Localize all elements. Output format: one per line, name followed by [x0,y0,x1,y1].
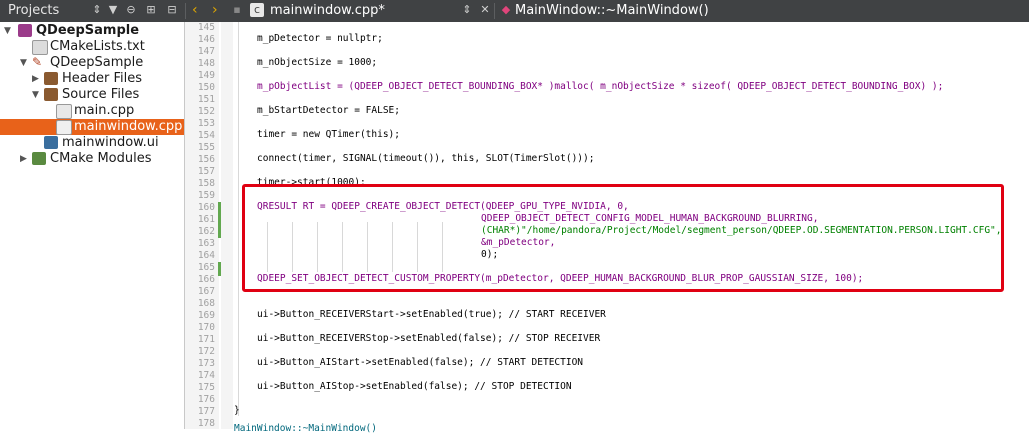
code-line: } [234,405,240,416]
cmake-file-icon [32,40,48,55]
link-icon[interactable]: ⊖ [124,3,138,17]
dropdown-icon[interactable]: ⇕ [460,3,474,17]
code-line: connect(timer, SIGNAL(timeout()), this, … [257,153,595,164]
tree-item-header-files[interactable]: ▶ Header Files [0,71,180,87]
change-marker [218,202,221,238]
divider [494,3,495,19]
cpp-file-icon [56,104,72,119]
hammer-icon: ✎ [32,55,43,69]
code-line: m_pDetector = nullptr; [257,33,383,44]
lock-icon: ▪ [233,3,241,16]
close-sidebar-icon[interactable]: ⊟ [165,3,179,17]
indent-guide [238,22,239,416]
project-tree: ▼ QDeepSample CMakeLists.txt ▼ ✎ QDeepSa… [0,22,185,429]
ui-file-icon [44,136,58,149]
cpp-file-icon [56,120,72,135]
close-file-icon[interactable]: ✕ [478,3,492,17]
expand-arrow-icon[interactable]: ▼ [4,26,11,36]
code-line: m_bStartDetector = FALSE; [257,105,400,116]
divider [185,3,186,19]
filter-icon[interactable]: ▼ [106,3,120,17]
fold-gutter[interactable] [221,22,233,429]
symbol-selector[interactable]: MainWindow::~MainWindow() [515,3,709,18]
tree-item-mainwindow-ui[interactable]: mainwindow.ui [0,135,180,151]
forward-arrow-icon[interactable]: › [212,2,218,18]
code-line: ui->Button_RECEIVERStart->setEnabled(tru… [257,309,606,320]
line-number-gutter: 145 146 147 148 149 150 151 152 153 154 … [185,22,219,429]
expand-arrow-icon[interactable]: ▼ [32,90,39,100]
expand-arrow-icon[interactable]: ▼ [20,58,27,68]
code-line: m_pObjectList = (QDEEP_OBJECT_DETECT_BOU… [257,81,944,92]
file-icon: c [250,3,264,17]
tree-item-cmake-modules[interactable]: ▶ CMake Modules [0,151,180,167]
code-line: ui->Button_AIStart->setEnabled(false); /… [257,357,584,368]
folder-icon [32,152,46,165]
change-marker [218,262,221,276]
split-icon[interactable]: ⊞ [144,3,158,17]
tree-item-cmakelists[interactable]: CMakeLists.txt [0,39,180,55]
folder-icon [44,88,58,101]
project-icon [18,24,32,37]
collapse-arrow-icon[interactable]: ▶ [20,154,27,164]
collapse-arrow-icon[interactable]: ▶ [32,74,39,84]
highlight-box [242,184,1004,292]
sort-icon[interactable]: ⇕ [90,3,104,17]
tree-item-mainwindow-cpp[interactable]: mainwindow.cpp [0,119,184,135]
code-line: ui->Button_AIStop->setEnabled(false); //… [257,381,572,392]
projects-title: Projects [8,3,60,18]
tree-item-source-files[interactable]: ▼ Source Files [0,87,180,103]
file-tab-name[interactable]: mainwindow.cpp* [270,3,385,18]
code-line: m_nObjectSize = 1000; [257,57,378,68]
symbol-icon: ◆ [501,3,511,16]
top-toolbar: Projects ⇕ ▼ ⊖ ⊞ ⊟ ‹ › ▪ c mainwindow.cp… [0,0,1029,22]
folder-icon [44,72,58,85]
code-line: timer = new QTimer(this); [257,129,400,140]
back-arrow-icon[interactable]: ‹ [192,2,198,18]
tree-item-project[interactable]: ▼ QDeepSample [0,23,180,39]
code-line: ui->Button_RECEIVERStop->setEnabled(fals… [257,333,601,344]
tree-item-target[interactable]: ▼ ✎ QDeepSample [0,55,180,71]
tree-item-main-cpp[interactable]: main.cpp [0,103,180,119]
